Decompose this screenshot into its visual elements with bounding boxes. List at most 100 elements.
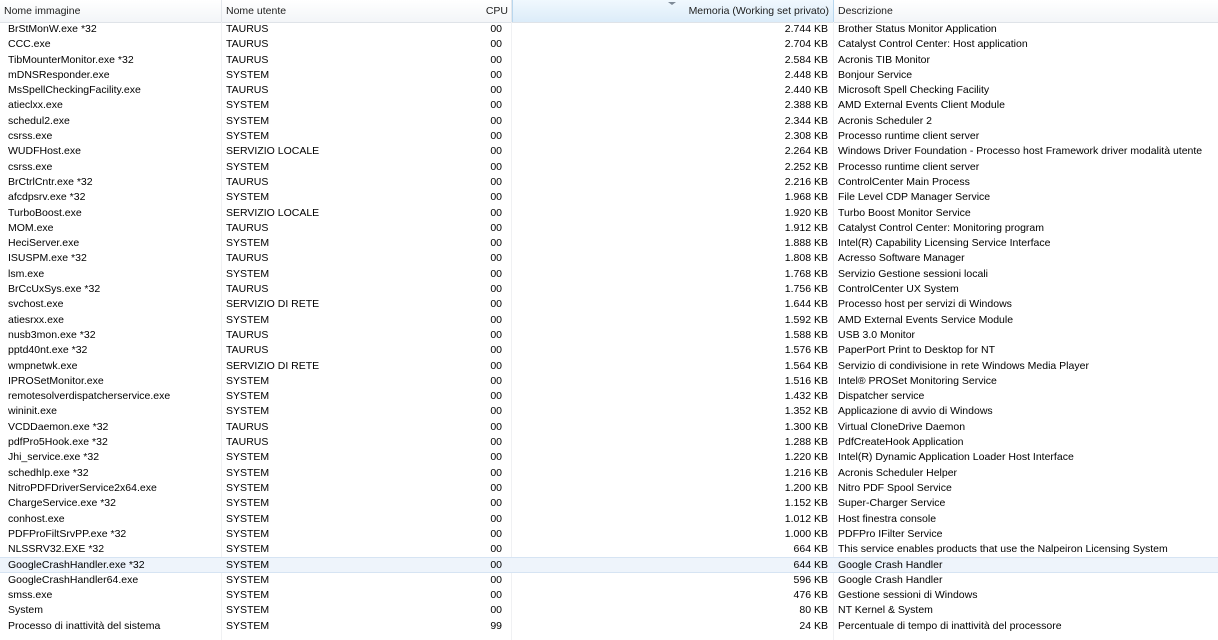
table-row[interactable]: VCDDaemon.exe *32 TAURUS 00 1.300 KB Virtual…	[0, 420, 1218, 435]
table-row[interactable]: wininit.exe SYSTEM 00 1.352 KB Applicazione …	[0, 404, 1218, 419]
table-row[interactable]: NitroPDFDriverService2x64.exe SYSTEM 00 1.2…	[0, 481, 1218, 496]
table-row[interactable]: ChargeService.exe *32 SYSTEM 00 1.152 KB Sup…	[0, 496, 1218, 511]
memory-cell: 1.432 KB	[784, 390, 828, 403]
memory-cell: 664 KB	[793, 543, 828, 556]
process-name-cell: pdfPro5Hook.exe *32	[8, 436, 108, 449]
table-row[interactable]: smss.exe SYSTEM 00 476 KB Gestione sessioni …	[0, 588, 1218, 603]
table-row[interactable]: conhost.exe SYSTEM 00 1.012 KB Host finestra…	[0, 512, 1218, 527]
table-row[interactable]: HeciServer.exe SYSTEM 00 1.888 KB Intel(R) C…	[0, 236, 1218, 251]
table-row[interactable]: TurboBoost.exe SERVIZIO LOCALE 00 1.920 KB T…	[0, 206, 1218, 221]
description-cell: Percentuale di tempo di inattività del p…	[838, 619, 1062, 632]
table-row[interactable]: MsSpellCheckingFacility.exe TAURUS 00 2.440…	[0, 83, 1218, 98]
process-name-cell: conhost.exe	[8, 512, 65, 525]
description-cell: ControlCenter UX System	[838, 283, 959, 296]
cpu-cell: 00	[490, 53, 502, 66]
table-row[interactable]: pptd40nt.exe *32 TAURUS 00 1.576 KB PaperPor…	[0, 343, 1218, 358]
column-header-cpu[interactable]: CPU	[420, 0, 512, 22]
table-row[interactable]: WUDFHost.exe SERVIZIO LOCALE 00 2.264 KB Win…	[0, 144, 1218, 159]
table-row[interactable]: IPROSetMonitor.exe SYSTEM 00 1.516 KB Intel®…	[0, 374, 1218, 389]
memory-cell: 1.756 KB	[784, 283, 828, 296]
cpu-cell: 99	[490, 619, 502, 632]
table-row[interactable]: TibMounterMonitor.exe *32 TAURUS 00 2.584 K…	[0, 53, 1218, 68]
description-cell: Brother Status Monitor Application	[838, 23, 997, 35]
table-row[interactable]: System SYSTEM 00 80 KB NT Kernel & System	[0, 603, 1218, 618]
table-row[interactable]: remotesolverdispatcherservice.exe SYSTEM 0…	[0, 389, 1218, 404]
cpu-cell: 00	[490, 481, 502, 494]
memory-cell: 1.576 KB	[784, 344, 828, 357]
table-row[interactable]: NLSSRV32.EXE *32 SYSTEM 00 664 KB This servi…	[0, 542, 1218, 557]
cpu-cell: 00	[490, 191, 502, 204]
memory-cell: 1.000 KB	[784, 527, 828, 540]
memory-cell: 2.704 KB	[784, 38, 828, 51]
process-name-cell: BrCcUxSys.exe *32	[8, 283, 101, 296]
description-cell: Acronis Scheduler 2	[838, 114, 932, 127]
process-name-cell: ChargeService.exe *32	[8, 497, 116, 510]
table-row[interactable]: csrss.exe SYSTEM 00 2.308 KB Processo runtim…	[0, 129, 1218, 144]
table-row[interactable]: MOM.exe TAURUS 00 1.912 KB Catalyst Control …	[0, 221, 1218, 236]
table-row[interactable]: pdfPro5Hook.exe *32 TAURUS 00 1.288 KB PdfCr…	[0, 435, 1218, 450]
memory-cell: 2.344 KB	[784, 114, 828, 127]
table-row[interactable]: wmpnetwk.exe SERVIZIO DI RETE 00 1.564 KB Se…	[0, 359, 1218, 374]
description-cell: Intel® PROSet Monitoring Service	[838, 374, 997, 387]
memory-cell: 1.564 KB	[784, 359, 828, 372]
table-row[interactable]: ISUSPM.exe *32 TAURUS 00 1.808 KB Acresso So…	[0, 251, 1218, 266]
process-name-cell: schedhlp.exe *32	[8, 466, 89, 479]
table-row[interactable]: nusb3mon.exe *32 TAURUS 00 1.588 KB USB 3.0 …	[0, 328, 1218, 343]
cpu-cell: 00	[490, 23, 502, 35]
description-cell: Turbo Boost Monitor Service	[838, 206, 971, 219]
cpu-cell: 00	[490, 175, 502, 188]
process-name-cell: csrss.exe	[8, 160, 53, 173]
table-row[interactable]: BrCcUxSys.exe *32 TAURUS 00 1.756 KB Control…	[0, 282, 1218, 297]
description-cell: Google Crash Handler	[838, 559, 943, 572]
table-header: Nome immagine Nome utente CPU Memoria (W…	[0, 0, 1218, 23]
description-cell: Virtual CloneDrive Daemon	[838, 420, 966, 433]
table-row[interactable]: afcdpsrv.exe *32 SYSTEM 00 1.968 KB File Lev…	[0, 190, 1218, 205]
description-cell: USB 3.0 Monitor	[838, 328, 916, 341]
table-row[interactable]: atiesrxx.exe SYSTEM 00 1.592 KB AMD External…	[0, 313, 1218, 328]
table-row[interactable]: PDFProFiltSrvPP.exe *32 SYSTEM 00 1.000 KB P…	[0, 527, 1218, 542]
description-cell: Windows Driver Foundation - Processo hos…	[838, 145, 1203, 158]
process-name-cell: remotesolverdispatcherservice.exe	[8, 390, 171, 403]
table-row[interactable]: atieclxx.exe SYSTEM 00 2.388 KB AMD External…	[0, 98, 1218, 113]
table-row[interactable]: GoogleCrashHandler.exe *32 SYSTEM 00 644 KB…	[0, 557, 1218, 573]
column-header-description[interactable]: Descrizione	[834, 0, 1218, 22]
memory-cell: 2.308 KB	[784, 130, 828, 143]
table-row[interactable]: lsm.exe SYSTEM 00 1.768 KB Servizio Gestione…	[0, 267, 1218, 282]
table-row[interactable]: svchost.exe SERVIZIO DI RETE 00 1.644 KB Pro…	[0, 297, 1218, 312]
table-row[interactable]: mDNSResponder.exe SYSTEM 00 2.448 KB Bonjour…	[0, 68, 1218, 83]
table-row[interactable]: BrStMonW.exe *32 TAURUS 00 2.744 KB Brother …	[0, 22, 1218, 37]
table-row[interactable]: BrCtrlCntr.exe *32 TAURUS 00 2.216 KB Contro…	[0, 175, 1218, 190]
table-row[interactable]: Jhi_service.exe *32 SYSTEM 00 1.220 KB Intel…	[0, 450, 1218, 465]
description-cell: PDFPro IFilter Service	[838, 527, 943, 540]
process-name-cell: BrCtrlCntr.exe *32	[8, 175, 93, 188]
cpu-cell: 00	[490, 420, 502, 433]
column-header-image-name[interactable]: Nome immagine	[0, 0, 222, 22]
process-name-cell: PDFProFiltSrvPP.exe *32	[8, 527, 127, 540]
description-cell: Dispatcher service	[838, 390, 925, 403]
description-cell: PdfCreateHook Application	[838, 436, 964, 449]
table-row[interactable]: GoogleCrashHandler64.exe SYSTEM 00 596 KB Go…	[0, 573, 1218, 588]
description-cell: Acronis Scheduler Helper	[838, 466, 958, 479]
memory-cell: 1.592 KB	[784, 313, 828, 326]
process-name-cell: TibMounterMonitor.exe *32	[8, 53, 134, 66]
table-row[interactable]: Processo di inattività del sistema SYSTEM…	[0, 619, 1218, 634]
description-cell: Host finestra console	[838, 512, 937, 525]
memory-cell: 2.744 KB	[784, 23, 828, 35]
process-name-cell: NitroPDFDriverService2x64.exe	[8, 481, 157, 494]
table-row[interactable]: csrss.exe SYSTEM 00 2.252 KB Processo runtim…	[0, 160, 1218, 175]
column-header-memory[interactable]: Memoria (Working set privato)	[512, 0, 834, 22]
table-row[interactable]: schedul2.exe SYSTEM 00 2.344 KB Acronis Sche…	[0, 114, 1218, 129]
process-name-cell: csrss.exe	[8, 130, 53, 143]
cpu-cell: 00	[490, 206, 502, 219]
process-name-cell: MsSpellCheckingFacility.exe	[8, 84, 141, 97]
description-cell: ControlCenter Main Process	[838, 175, 970, 188]
table-row[interactable]: schedhlp.exe *32 SYSTEM 00 1.216 KB Acronis …	[0, 466, 1218, 481]
process-name-cell: System	[8, 604, 44, 617]
cpu-cell: 00	[490, 68, 502, 81]
memory-cell: 1.012 KB	[784, 512, 828, 525]
memory-cell: 1.352 KB	[784, 405, 828, 418]
cpu-cell: 00	[490, 359, 502, 372]
cpu-cell: 00	[490, 328, 502, 341]
table-row[interactable]: CCC.exe TAURUS 00 2.704 KB Catalyst Control …	[0, 37, 1218, 52]
memory-cell: 2.216 KB	[784, 175, 828, 188]
